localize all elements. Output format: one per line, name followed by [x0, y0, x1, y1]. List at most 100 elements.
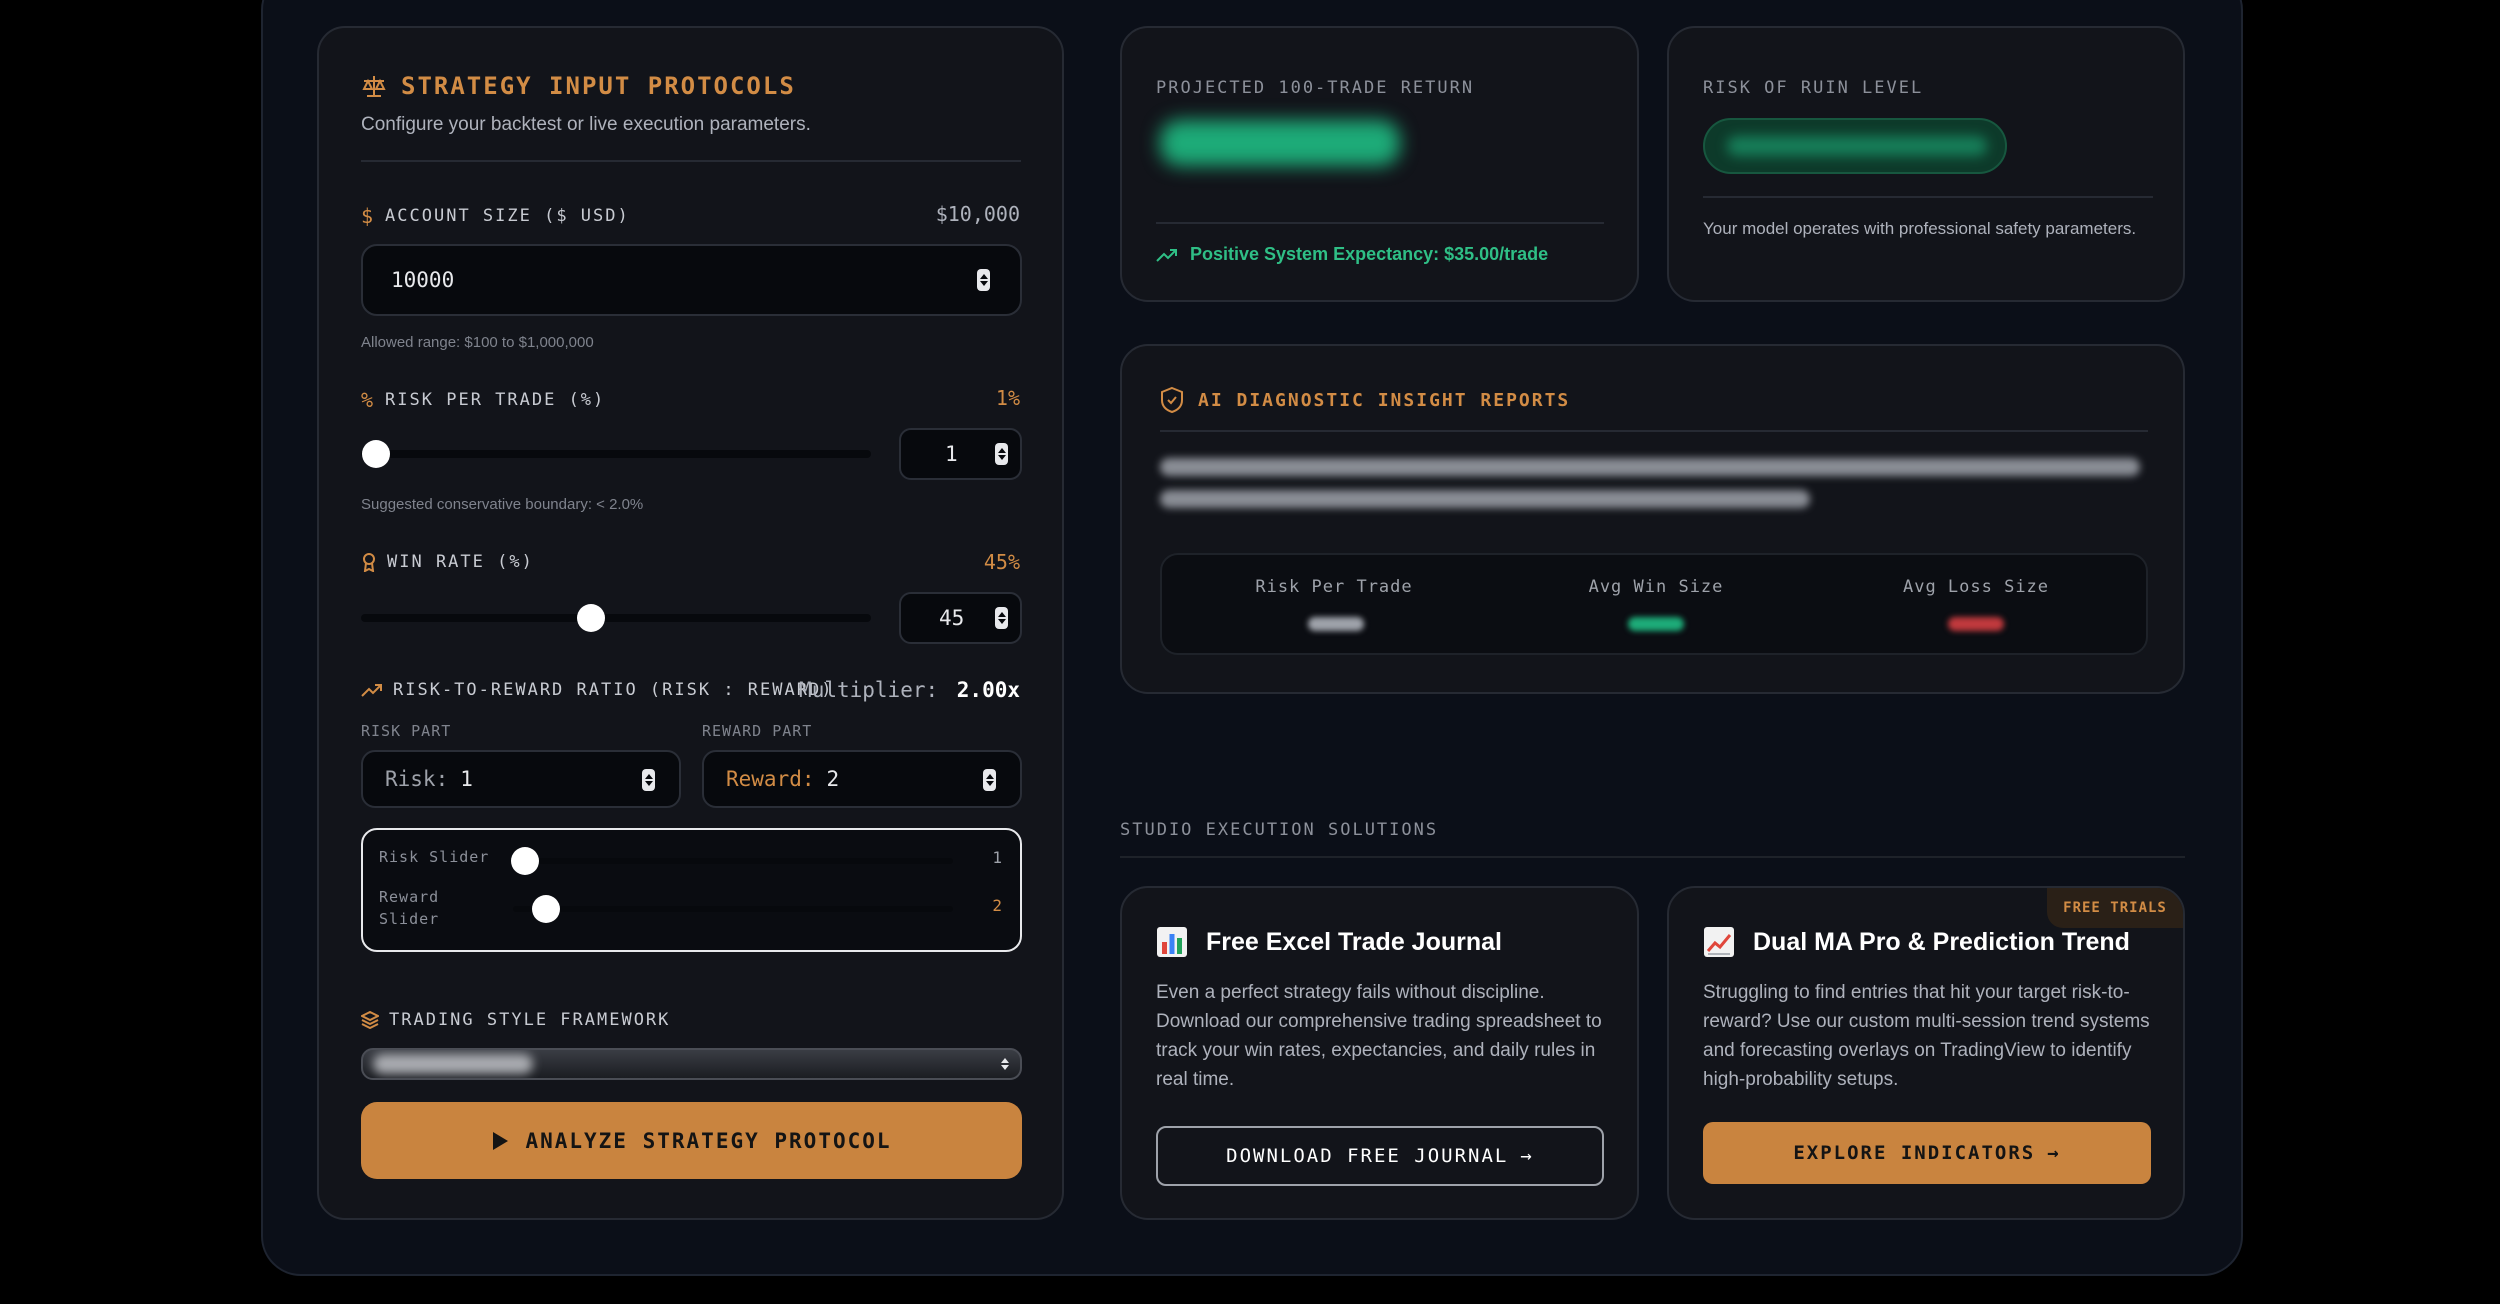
win-rate-input[interactable]: 45 [899, 592, 1022, 644]
risk-of-ruin-badge-blurred [1727, 136, 1987, 156]
win-rate-label: WIN RATE (%) [361, 552, 534, 572]
metric-avg-win-label: Avg Win Size [1588, 577, 1724, 597]
reward-part-value: 2 [826, 767, 840, 791]
panel-title: STRATEGY INPUT PROTOCOLS [361, 72, 796, 100]
analyze-button[interactable]: ANALYZE STRATEGY PROTOCOL [361, 1102, 1022, 1179]
account-size-stepper-icon[interactable] [977, 269, 990, 291]
risk-per-trade-display: 1% [995, 386, 1020, 410]
dual-ma-card: FREE TRIALS Dual MA Pro & Prediction Tre… [1667, 886, 2185, 1220]
risk-part-stepper-icon[interactable] [642, 769, 655, 791]
risk-of-ruin-kicker: RISK OF RUIN LEVEL [1703, 78, 1924, 98]
account-size-label: $ ACCOUNT SIZE ($ USD) [361, 204, 630, 228]
reward-part-input[interactable]: Reward: 2 [702, 750, 1022, 808]
divider [1160, 430, 2148, 432]
select-chevron-icon [1000, 1054, 1010, 1074]
risk-per-trade-hint: Suggested conservative boundary: < 2.0% [361, 496, 644, 513]
divider [1703, 196, 2153, 198]
divider [1120, 856, 2185, 858]
reward-part-label: REWARD PART [702, 722, 813, 740]
panel-title-text: STRATEGY INPUT PROTOCOLS [401, 72, 796, 100]
ai-insight-text-blurred [1160, 458, 2140, 476]
reward-part-prefix: Reward: [726, 767, 815, 791]
risk-per-trade-label: % RISK PER TRADE (%) [361, 388, 605, 412]
trading-style-label-text: TRADING STYLE FRAMEWORK [389, 1010, 671, 1030]
reward-slider-label: Reward Slider [379, 888, 440, 928]
explore-indicators-button[interactable]: EXPLORE INDICATORS → [1703, 1122, 2151, 1184]
account-size-input[interactable]: 10000 [361, 244, 1022, 316]
win-rate-slider[interactable] [361, 614, 871, 622]
reward-slider-value: 2 [992, 896, 1002, 915]
rr-ratio-label: RISK-TO-REWARD RATIO (RISK : REWARD) [361, 680, 833, 700]
risk-per-trade-input[interactable]: 1 [899, 428, 1022, 480]
trading-style-selected-blurred [373, 1054, 533, 1074]
trending-up-icon [361, 684, 382, 697]
risk-per-trade-slider[interactable] [361, 450, 871, 458]
reward-slider-thumb[interactable] [532, 895, 560, 923]
dual-ma-title-text: Dual MA Pro & Prediction Trend [1753, 927, 2130, 956]
chart-increasing-icon [1704, 927, 1734, 957]
multiplier-value: 2.00x [956, 678, 1020, 702]
dual-ma-title: Dual MA Pro & Prediction Trend [1703, 926, 2130, 958]
risk-of-ruin-card: RISK OF RUIN LEVEL Your model operates w… [1667, 26, 2185, 302]
divider [1156, 222, 1604, 224]
win-rate-label-text: WIN RATE (%) [387, 552, 534, 572]
trading-style-label: TRADING STYLE FRAMEWORK [361, 1010, 670, 1030]
multiplier-label: Multiplier: [799, 678, 939, 702]
risk-slider-thumb[interactable] [511, 847, 539, 875]
free-trials-badge: FREE TRIALS [2047, 888, 2183, 928]
ai-diagnostic-title: AI DIAGNOSTIC INSIGHT REPORTS [1160, 386, 1570, 414]
expectancy-text: Positive System Expectancy: $35.00/trade [1190, 244, 1549, 264]
download-journal-button[interactable]: DOWNLOAD FREE JOURNAL → [1156, 1126, 1604, 1186]
excel-journal-title: Free Excel Trade Journal [1156, 926, 1502, 958]
risk-part-input[interactable]: Risk: 1 [361, 750, 681, 808]
risk-per-trade-label-text: RISK PER TRADE (%) [385, 390, 606, 410]
scale-icon [362, 76, 386, 97]
bar-chart-icon [1157, 927, 1187, 957]
ai-diagnostic-title-text: AI DIAGNOSTIC INSIGHT REPORTS [1198, 389, 1571, 411]
win-rate-value: 45 [939, 606, 965, 630]
layers-icon [361, 1011, 379, 1029]
strategy-input-panel: STRATEGY INPUT PROTOCOLS Configure your … [317, 26, 1064, 1220]
multiplier-readout: Multiplier: 2.00x [799, 678, 1020, 702]
arrow-right-icon: → [1520, 1145, 1534, 1167]
risk-slider-label: Risk Slider [379, 848, 490, 866]
win-rate-stepper-icon[interactable] [995, 607, 1008, 629]
panel-subtitle: Configure your backtest or live executio… [361, 114, 811, 135]
win-rate-slider-thumb[interactable] [576, 604, 605, 632]
risk-of-ruin-description: Your model operates with professional sa… [1703, 219, 2137, 238]
metric-avg-loss-value-blurred [1948, 617, 2004, 631]
risk-per-trade-slider-thumb[interactable] [362, 440, 391, 468]
ai-diagnostic-card: AI DIAGNOSTIC INSIGHT REPORTS Risk Per T… [1120, 344, 2185, 694]
ai-metrics-strip: Risk Per Trade Avg Win Size Avg Loss Siz… [1160, 553, 2148, 655]
projected-return-card: PROJECTED 100-TRADE RETURN Positive Syst… [1120, 26, 1639, 302]
risk-part-value: 1 [460, 767, 473, 791]
reward-slider[interactable] [513, 906, 953, 912]
arrow-right-icon: → [2047, 1142, 2061, 1164]
risk-per-trade-stepper-icon[interactable] [995, 443, 1008, 465]
dollar-icon: $ [361, 204, 376, 228]
shield-icon [1161, 386, 1183, 414]
ai-insight-text-blurred [1160, 490, 1810, 508]
metric-risk-per-trade-label: Risk Per Trade [1255, 577, 1413, 597]
risk-per-trade-value: 1 [945, 442, 958, 466]
explore-indicators-button-label: EXPLORE INDICATORS [1793, 1142, 2036, 1164]
solutions-heading: STUDIO EXECUTION SOLUTIONS [1120, 820, 1439, 840]
play-icon [493, 1131, 509, 1150]
percent-icon: % [361, 388, 376, 412]
account-size-value: 10000 [391, 268, 455, 292]
award-icon [363, 553, 375, 572]
trading-style-select[interactable] [361, 1048, 1022, 1080]
risk-slider-value: 1 [992, 848, 1002, 867]
risk-part-label: RISK PART [361, 722, 452, 740]
metric-avg-win-value-blurred [1628, 617, 1684, 631]
risk-of-ruin-badge [1703, 118, 2007, 174]
projected-return-kicker: PROJECTED 100-TRADE RETURN [1156, 78, 1475, 98]
analyze-button-label: ANALYZE STRATEGY PROTOCOL [525, 1128, 892, 1153]
risk-slider[interactable] [513, 858, 953, 864]
win-rate-display: 45% [983, 550, 1020, 574]
risk-part-prefix: Risk: [385, 767, 449, 791]
excel-journal-title-text: Free Excel Trade Journal [1206, 927, 1502, 956]
account-size-hint: Allowed range: $100 to $1,000,000 [361, 334, 594, 351]
reward-part-stepper-icon[interactable] [983, 769, 996, 791]
rr-ratio-label-text: RISK-TO-REWARD RATIO (RISK : REWARD) [393, 680, 834, 700]
